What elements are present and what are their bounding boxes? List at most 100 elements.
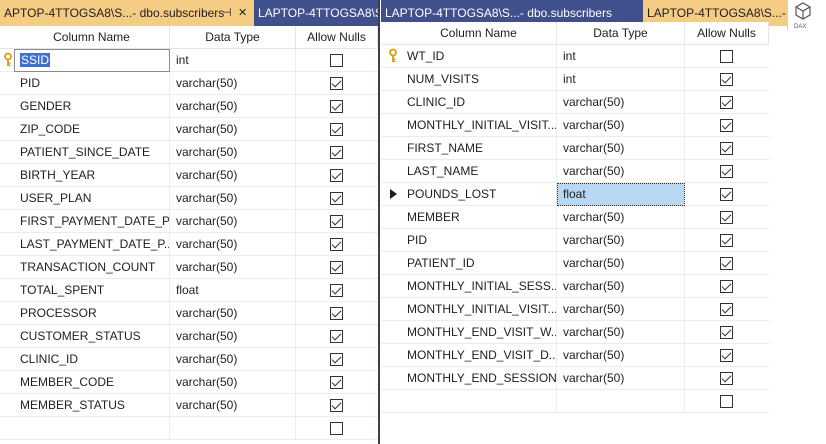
allow-nulls-header[interactable]: Allow Nulls bbox=[296, 26, 378, 49]
allow-nulls-checkbox[interactable] bbox=[720, 395, 733, 408]
table-row[interactable]: TRANSACTION_COUNT varchar(50) bbox=[0, 256, 378, 279]
table-row[interactable]: BIRTH_YEAR varchar(50) bbox=[0, 164, 378, 187]
allow-nulls-checkbox[interactable] bbox=[720, 234, 733, 247]
table-row[interactable]: MONTHLY_END_SESSION varchar(50) bbox=[381, 367, 769, 390]
data-type-cell[interactable]: varchar(50) bbox=[170, 164, 296, 187]
table-row[interactable]: CUSTOMER_STATUS varchar(50) bbox=[0, 325, 378, 348]
data-type-cell[interactable]: varchar(50) bbox=[557, 321, 685, 344]
allow-nulls-checkbox[interactable] bbox=[720, 96, 733, 109]
allow-nulls-checkbox[interactable] bbox=[330, 123, 343, 136]
column-name-cell[interactable]: LAST_PAYMENT_DATE_P... bbox=[14, 233, 170, 256]
table-row[interactable]: MEMBER_CODE varchar(50) bbox=[0, 371, 378, 394]
column-name-cell[interactable]: PID bbox=[401, 229, 557, 252]
table-row[interactable]: GENDER varchar(50) bbox=[0, 95, 378, 118]
table-row[interactable]: TOTAL_SPENT float bbox=[0, 279, 378, 302]
column-name-cell[interactable]: TRANSACTION_COUNT bbox=[14, 256, 170, 279]
column-name-cell[interactable]: MONTHLY_END_VISIT_W... bbox=[401, 321, 557, 344]
column-name-cell[interactable]: BIRTH_YEAR bbox=[14, 164, 170, 187]
data-type-cell[interactable]: varchar(50) bbox=[557, 229, 685, 252]
allow-nulls-checkbox[interactable] bbox=[330, 77, 343, 90]
table-row[interactable]: MONTHLY_INITIAL_SESS... varchar(50) bbox=[381, 275, 769, 298]
column-name-cell[interactable] bbox=[14, 417, 170, 440]
table-row[interactable]: FIRST_NAME varchar(50) bbox=[381, 137, 769, 160]
allow-nulls-checkbox[interactable] bbox=[720, 50, 733, 63]
table-row[interactable]: MONTHLY_INITIAL_VISIT... varchar(50) bbox=[381, 114, 769, 137]
allow-nulls-checkbox[interactable] bbox=[330, 238, 343, 251]
data-type-cell[interactable]: varchar(50) bbox=[170, 187, 296, 210]
column-name-cell[interactable]: ZIP_CODE bbox=[14, 118, 170, 141]
column-name-cell[interactable]: MONTHLY_END_VISIT_D... bbox=[401, 344, 557, 367]
column-name-cell[interactable]: WT_ID bbox=[401, 45, 557, 68]
data-type-cell[interactable]: varchar(50) bbox=[170, 371, 296, 394]
allow-nulls-checkbox[interactable] bbox=[330, 100, 343, 113]
table-row[interactable]: ZIP_CODE varchar(50) bbox=[0, 118, 378, 141]
table-row[interactable]: MONTHLY_END_VISIT_W... varchar(50) bbox=[381, 321, 769, 344]
data-type-cell[interactable]: int bbox=[170, 49, 296, 72]
column-name-cell[interactable]: CLINIC_ID bbox=[401, 91, 557, 114]
data-type-cell[interactable]: varchar(50) bbox=[557, 91, 685, 114]
column-name-cell[interactable]: TOTAL_SPENT bbox=[14, 279, 170, 302]
table-row[interactable]: CLINIC_ID varchar(50) bbox=[0, 348, 378, 371]
table-row[interactable]: FIRST_PAYMENT_DATE_P... varchar(50) bbox=[0, 210, 378, 233]
column-name-cell[interactable]: GENDER bbox=[14, 95, 170, 118]
data-type-cell[interactable]: varchar(50) bbox=[170, 302, 296, 325]
allow-nulls-checkbox[interactable] bbox=[330, 192, 343, 205]
data-type-cell[interactable]: varchar(50) bbox=[557, 344, 685, 367]
allow-nulls-checkbox[interactable] bbox=[330, 54, 343, 67]
allow-nulls-checkbox[interactable] bbox=[330, 376, 343, 389]
table-row[interactable]: PID varchar(50) bbox=[381, 229, 769, 252]
table-row-new[interactable] bbox=[0, 417, 378, 440]
table-row[interactable]: NUM_VISITS int bbox=[381, 68, 769, 91]
close-icon[interactable]: ✕ bbox=[238, 0, 247, 26]
data-type-cell[interactable]: varchar(50) bbox=[557, 298, 685, 321]
tab-subscribers-active[interactable]: APTOP-4TTOGSA8\S...- dbo.subscribers ⊣ ✕ bbox=[0, 0, 254, 26]
data-type-cell[interactable]: varchar(50) bbox=[170, 72, 296, 95]
tab-subscribers-2[interactable]: LAPTOP-4TTOGSA8\S... bbox=[254, 0, 378, 26]
column-name-cell[interactable]: MEMBER_CODE bbox=[14, 371, 170, 394]
column-name-header[interactable]: Column Name bbox=[401, 22, 557, 45]
data-type-cell[interactable]: varchar(50) bbox=[170, 95, 296, 118]
data-type-cell[interactable]: varchar(50) bbox=[557, 137, 685, 160]
data-type-cell[interactable]: int bbox=[557, 45, 685, 68]
table-row[interactable]: LAST_NAME varchar(50) bbox=[381, 160, 769, 183]
table-row[interactable]: CLINIC_ID varchar(50) bbox=[381, 91, 769, 114]
table-row[interactable]: PATIENT_ID varchar(50) bbox=[381, 252, 769, 275]
allow-nulls-checkbox[interactable] bbox=[720, 188, 733, 201]
data-type-cell[interactable]: varchar(50) bbox=[170, 141, 296, 164]
table-row[interactable]: WT_ID int bbox=[381, 45, 769, 68]
data-type-cell[interactable] bbox=[170, 417, 296, 440]
column-name-cell[interactable]: POUNDS_LOST bbox=[401, 183, 557, 206]
allow-nulls-checkbox[interactable] bbox=[330, 330, 343, 343]
column-name-header[interactable]: Column Name bbox=[14, 26, 170, 49]
allow-nulls-checkbox[interactable] bbox=[720, 119, 733, 132]
allow-nulls-checkbox[interactable] bbox=[720, 326, 733, 339]
allow-nulls-checkbox[interactable] bbox=[330, 399, 343, 412]
allow-nulls-header[interactable]: Allow Nulls bbox=[685, 22, 769, 45]
table-row[interactable]: USER_PLAN varchar(50) bbox=[0, 187, 378, 210]
allow-nulls-checkbox[interactable] bbox=[720, 165, 733, 178]
allow-nulls-checkbox[interactable] bbox=[720, 303, 733, 316]
data-type-cell[interactable]: varchar(50) bbox=[170, 325, 296, 348]
data-type-cell[interactable]: varchar(50) bbox=[170, 233, 296, 256]
data-type-cell[interactable]: varchar(50) bbox=[170, 348, 296, 371]
column-name-cell[interactable]: NUM_VISITS bbox=[401, 68, 557, 91]
table-row[interactable]: MEMBER_STATUS varchar(50) bbox=[0, 394, 378, 417]
pin-icon[interactable]: ⊣ bbox=[222, 0, 232, 26]
table-row-new[interactable] bbox=[381, 390, 769, 413]
allow-nulls-checkbox[interactable] bbox=[330, 169, 343, 182]
allow-nulls-checkbox[interactable] bbox=[720, 257, 733, 270]
column-name-cell[interactable]: MONTHLY_INITIAL_SESS... bbox=[401, 275, 557, 298]
data-type-cell[interactable]: varchar(50) bbox=[557, 114, 685, 137]
allow-nulls-checkbox[interactable] bbox=[330, 146, 343, 159]
column-name-cell[interactable]: PID bbox=[14, 72, 170, 95]
column-name-cell[interactable]: MONTHLY_INITIAL_VISIT... bbox=[401, 298, 557, 321]
data-type-cell[interactable]: int bbox=[557, 68, 685, 91]
allow-nulls-checkbox[interactable] bbox=[330, 353, 343, 366]
data-type-header[interactable]: Data Type bbox=[557, 22, 685, 45]
column-name-cell[interactable]: MEMBER_STATUS bbox=[14, 394, 170, 417]
data-type-header[interactable]: Data Type bbox=[170, 26, 296, 49]
column-name-cell[interactable] bbox=[401, 390, 557, 413]
allow-nulls-checkbox[interactable] bbox=[330, 307, 343, 320]
column-name-cell[interactable]: FIRST_NAME bbox=[401, 137, 557, 160]
table-row[interactable]: PROCESSOR varchar(50) bbox=[0, 302, 378, 325]
